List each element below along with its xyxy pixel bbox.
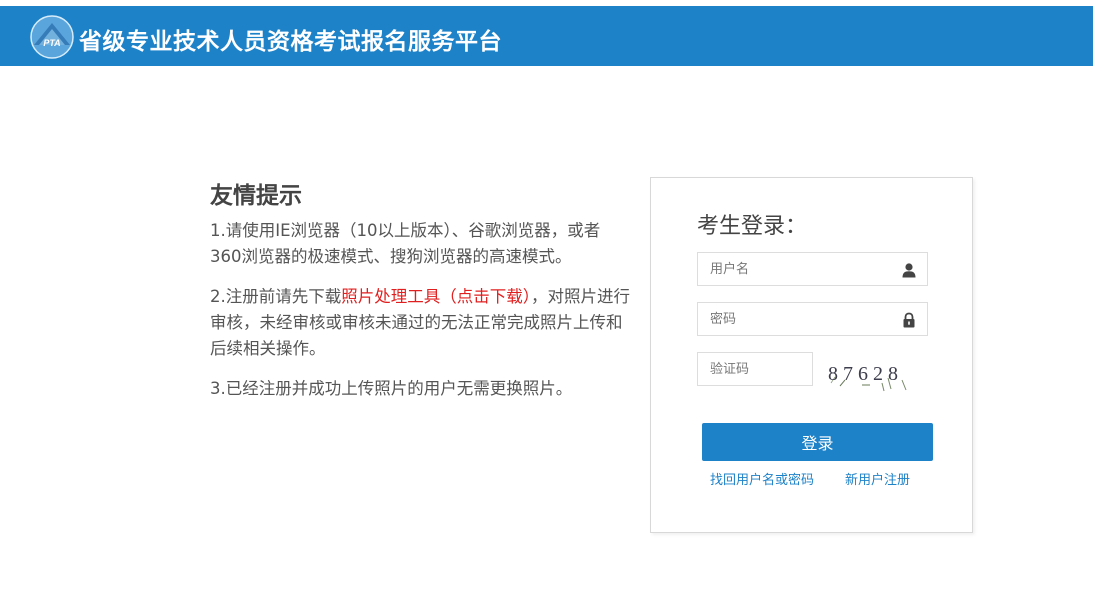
username-input[interactable]: [698, 253, 927, 285]
login-title: 考生登录：: [697, 214, 808, 239]
password-input[interactable]: [698, 303, 927, 335]
top-header-bar: PTA 省级专业技术人员资格考试报名服务平台: [0, 6, 1093, 66]
captcha-text: 87628: [828, 363, 903, 385]
username-field[interactable]: [697, 252, 928, 286]
password-field[interactable]: [697, 302, 928, 336]
captcha-input[interactable]: [698, 353, 812, 385]
tip-item-3: 3.已经注册并成功上传照片的用户无需更换照片。: [210, 379, 573, 398]
login-panel: 考生登录： 87628 登录 找回用户名或密码 新用户注册: [650, 177, 973, 533]
site-title: 省级专业技术人员资格考试报名服务平台: [79, 29, 502, 55]
tip-2-before: 2.注册前请先下载: [210, 287, 342, 306]
lock-icon: [903, 312, 915, 328]
user-icon: [902, 263, 916, 278]
tips-section: 友情提示 1.请使用IE浏览器（10以上版本）、谷歌浏览器，或者360浏览器的极…: [210, 176, 630, 416]
login-button[interactable]: 登录: [702, 423, 933, 461]
tip-item-1: 1.请使用IE浏览器（10以上版本）、谷歌浏览器，或者360浏览器的极速模式、搜…: [210, 221, 601, 266]
pta-logo-icon: PTA: [30, 15, 74, 59]
captcha-field[interactable]: [697, 352, 813, 386]
photo-tool-download-link[interactable]: 照片处理工具（点击下载）: [341, 287, 531, 306]
captcha-image[interactable]: 87628: [826, 356, 916, 392]
logo-text: PTA: [43, 38, 60, 48]
tip-item-2: 2.注册前请先下载照片处理工具（点击下载），对照片进行审核，未经审核或审核未通过…: [210, 284, 630, 362]
register-link[interactable]: 新用户注册: [845, 469, 910, 488]
tips-heading: 友情提示: [210, 183, 302, 209]
forgot-credentials-link[interactable]: 找回用户名或密码: [710, 469, 814, 488]
